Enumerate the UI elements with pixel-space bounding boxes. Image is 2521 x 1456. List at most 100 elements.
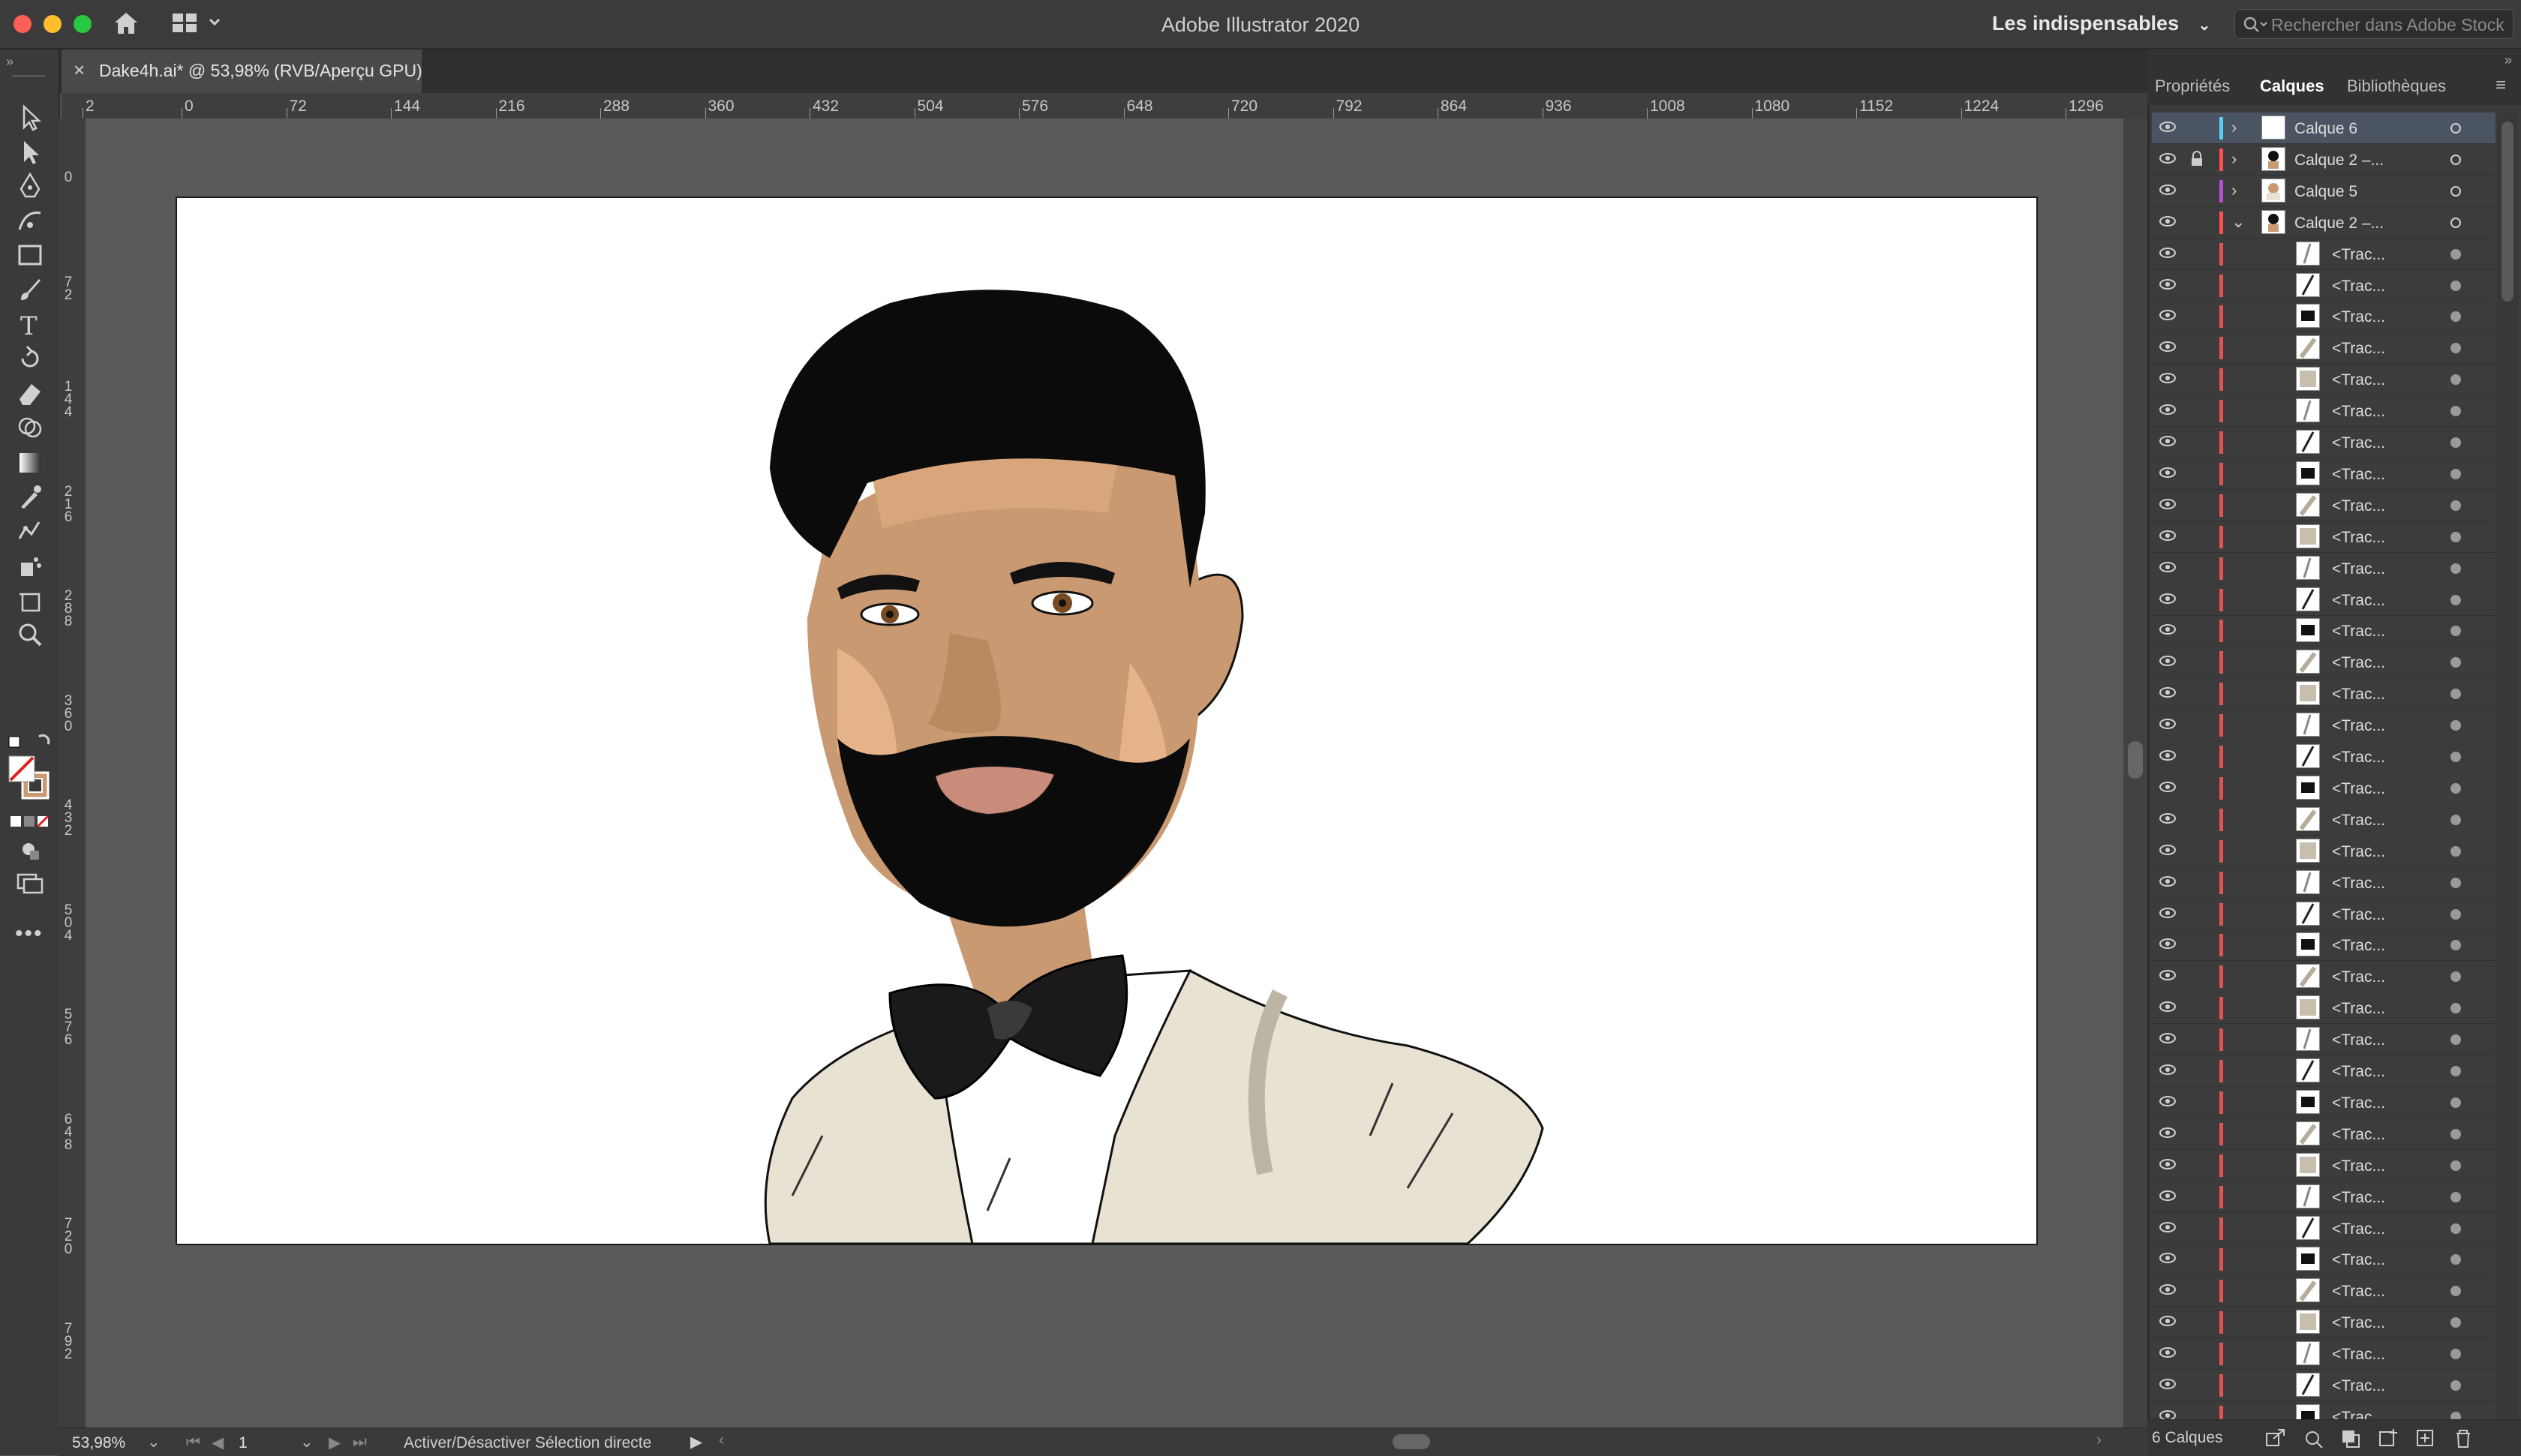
rectangle-tool-icon[interactable] xyxy=(15,240,45,270)
layer-row[interactable]: ⌄ Calque 2 –... xyxy=(2152,207,2495,239)
horizontal-scroll-thumb[interactable] xyxy=(1393,1434,1430,1449)
target-circle-icon[interactable] xyxy=(2450,468,2461,479)
expand-panel-icon[interactable]: » xyxy=(2504,53,2512,68)
visibility-eye-icon[interactable] xyxy=(2159,373,2176,384)
visibility-eye-icon[interactable] xyxy=(2159,970,2176,981)
visibility-eye-icon[interactable] xyxy=(2159,1095,2176,1106)
eraser-tool-icon[interactable] xyxy=(15,378,45,408)
pen-tool-icon[interactable] xyxy=(15,171,45,201)
sublayer-row[interactable]: <Trac... xyxy=(2152,490,2495,521)
target-circle-icon[interactable] xyxy=(2450,374,2461,386)
visibility-eye-icon[interactable] xyxy=(2159,1409,2176,1419)
target-circle-icon[interactable] xyxy=(2450,908,2461,920)
target-circle-icon[interactable] xyxy=(2450,500,2461,511)
next-artboard-icon[interactable]: ▶ xyxy=(329,1433,341,1452)
target-circle-icon[interactable] xyxy=(2450,782,2461,794)
previous-artboard-icon[interactable]: ◀ xyxy=(212,1433,224,1452)
sublayer-row[interactable]: <Trac... xyxy=(2152,678,2495,710)
visibility-eye-icon[interactable] xyxy=(2159,1158,2176,1169)
target-circle-icon[interactable] xyxy=(2450,689,2461,700)
sublayer-row[interactable]: <Trac... xyxy=(2152,867,2495,899)
target-circle-icon[interactable] xyxy=(2450,626,2461,637)
sublayer-row[interactable]: <Trac... xyxy=(2152,929,2495,962)
target-circle-icon[interactable] xyxy=(2450,1349,2461,1360)
visibility-eye-icon[interactable] xyxy=(2159,404,2176,416)
sublayer-row[interactable]: <Trac... xyxy=(2152,427,2495,458)
workspace-switcher[interactable]: Les indispensables ⌄ xyxy=(1992,12,2210,35)
target-circle-icon[interactable] xyxy=(2450,594,2461,605)
sublayer-row[interactable]: <Trac... xyxy=(2152,961,2495,993)
artboard-number-field[interactable]: 1 xyxy=(239,1434,248,1452)
stock-search-input[interactable]: Rechercher dans Adobe Stock xyxy=(2234,9,2513,39)
lock-icon[interactable] xyxy=(2189,150,2204,167)
sublayer-row[interactable]: <Trac... xyxy=(2152,1181,2495,1213)
target-circle-icon[interactable] xyxy=(2450,1317,2461,1328)
target-circle-icon[interactable] xyxy=(2450,1097,2461,1108)
target-circle-icon[interactable] xyxy=(2450,217,2461,228)
first-artboard-icon[interactable]: ⏮ xyxy=(186,1433,200,1451)
eyedropper-tool-icon[interactable] xyxy=(15,482,45,512)
visibility-eye-icon[interactable] xyxy=(2159,750,2176,761)
portrait-illustration[interactable] xyxy=(177,198,2036,1245)
visibility-eye-icon[interactable] xyxy=(2159,907,2176,918)
sublayer-row[interactable]: <Trac... xyxy=(2152,710,2495,742)
sublayer-row[interactable]: <Trac... xyxy=(2152,836,2495,867)
sublayer-row[interactable]: <Trac... xyxy=(2152,1275,2495,1307)
new-layer-icon[interactable] xyxy=(2414,1427,2437,1448)
target-circle-icon[interactable] xyxy=(2450,280,2461,291)
visibility-eye-icon[interactable] xyxy=(2159,1379,2176,1389)
sublayer-row[interactable]: <Trac... xyxy=(2152,1150,2495,1181)
visibility-eye-icon[interactable] xyxy=(2159,152,2176,164)
visibility-eye-icon[interactable] xyxy=(2159,875,2176,887)
selection-tool-icon[interactable] xyxy=(15,102,45,132)
sublayer-row[interactable]: <Trac... xyxy=(2152,1401,2495,1419)
visibility-eye-icon[interactable] xyxy=(2159,1316,2176,1327)
shape-builder-tool-icon[interactable] xyxy=(15,413,45,443)
tab-calques[interactable]: Calques xyxy=(2260,77,2324,96)
sublayer-row[interactable]: <Trac... xyxy=(2152,741,2495,773)
sublayer-row[interactable]: <Trac... xyxy=(2152,1024,2495,1056)
visibility-eye-icon[interactable] xyxy=(2159,656,2176,667)
target-circle-icon[interactable] xyxy=(2450,1066,2461,1076)
target-circle-icon[interactable] xyxy=(2450,185,2461,197)
sublayer-row[interactable]: <Trac... xyxy=(2152,521,2495,553)
visibility-eye-icon[interactable] xyxy=(2159,341,2176,353)
sublayer-row[interactable]: <Trac... xyxy=(2152,1307,2495,1339)
visibility-eye-icon[interactable] xyxy=(2159,184,2176,195)
close-tab-icon[interactable]: × xyxy=(74,59,85,82)
target-circle-icon[interactable] xyxy=(2450,1191,2461,1202)
drawing-mode-icon[interactable] xyxy=(15,834,45,864)
tab-proprietes[interactable]: Propriétés xyxy=(2155,77,2230,96)
sublayer-row[interactable]: <Trac... xyxy=(2152,270,2495,302)
delete-layer-icon[interactable] xyxy=(2452,1427,2474,1448)
sublayer-row[interactable]: <Trac... xyxy=(2152,1370,2495,1401)
target-circle-icon[interactable] xyxy=(2450,657,2461,668)
visibility-eye-icon[interactable] xyxy=(2159,247,2176,258)
scroll-right-icon[interactable]: › xyxy=(2096,1431,2102,1449)
zoom-dropdown-chevron-icon[interactable]: ⌄ xyxy=(147,1433,161,1451)
visibility-eye-icon[interactable] xyxy=(2159,1284,2176,1295)
visibility-eye-icon[interactable] xyxy=(2159,215,2176,227)
color-mode-icons[interactable] xyxy=(9,813,51,831)
target-circle-icon[interactable] xyxy=(2450,845,2461,857)
target-circle-icon[interactable] xyxy=(2450,437,2461,448)
target-circle-icon[interactable] xyxy=(2450,940,2461,951)
target-circle-icon[interactable] xyxy=(2450,971,2461,983)
sublayer-row[interactable]: <Trac... xyxy=(2152,364,2495,396)
visibility-eye-icon[interactable] xyxy=(2159,1127,2176,1138)
target-circle-icon[interactable] xyxy=(2450,248,2461,260)
more-tools-icon[interactable]: ••• xyxy=(15,921,44,947)
new-sublayer-icon[interactable] xyxy=(2377,1427,2399,1448)
direct-selection-tool-icon[interactable] xyxy=(15,137,45,167)
panel-menu-icon[interactable]: ≡ xyxy=(2495,75,2506,96)
tab-bibliotheques[interactable]: Bibliothèques xyxy=(2347,77,2446,96)
sublayer-row[interactable]: <Trac... xyxy=(2152,301,2495,333)
artboard[interactable] xyxy=(176,197,2038,1245)
visibility-eye-icon[interactable] xyxy=(2159,498,2176,509)
visibility-eye-icon[interactable] xyxy=(2159,1033,2176,1044)
sublayer-row[interactable]: <Trac... xyxy=(2152,553,2495,584)
sublayer-row[interactable]: <Trac... xyxy=(2152,1055,2495,1087)
expand-chevron-icon[interactable]: › xyxy=(2231,181,2237,200)
visibility-eye-icon[interactable] xyxy=(2159,687,2176,698)
locate-object-icon[interactable] xyxy=(2302,1427,2324,1448)
